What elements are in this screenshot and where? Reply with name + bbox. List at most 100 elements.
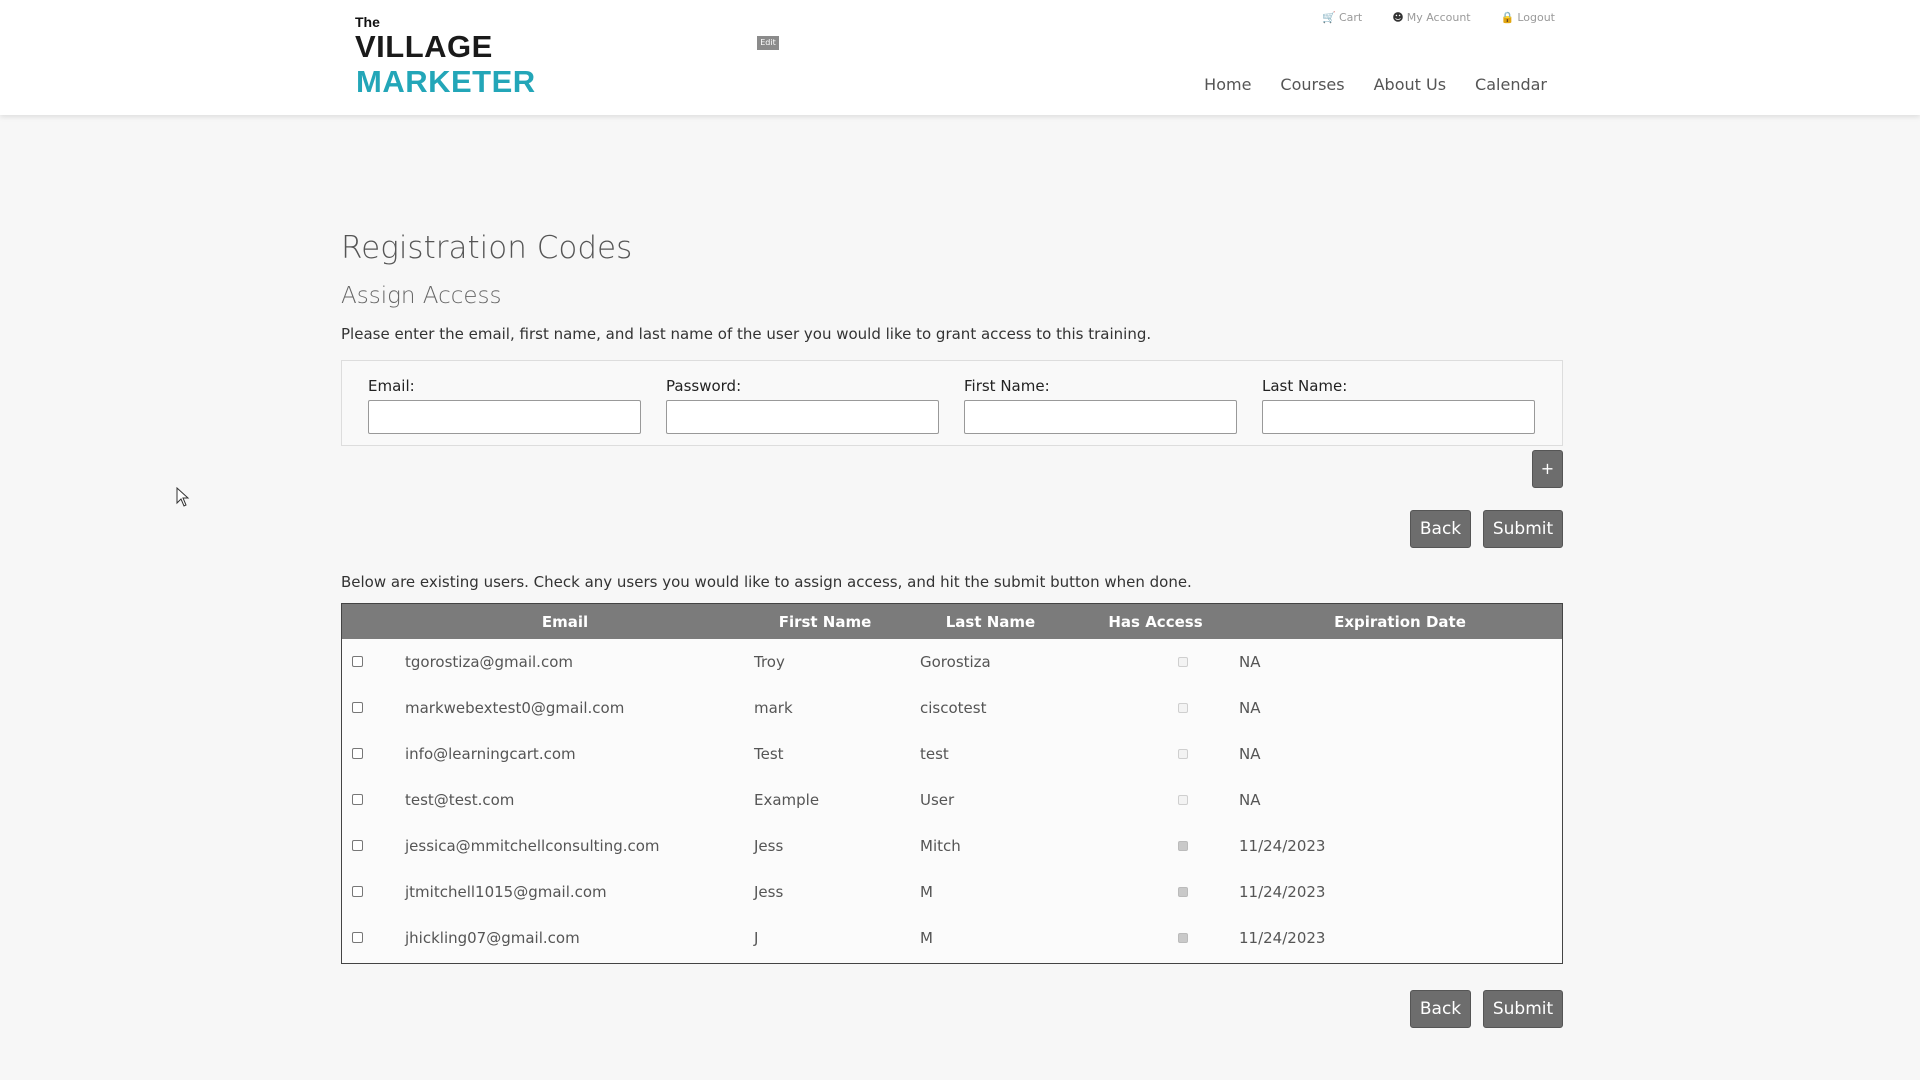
logout-link-label: Logout [1517, 11, 1555, 24]
nav-home[interactable]: Home [1204, 75, 1251, 94]
cell-first-name: Troy [754, 653, 785, 671]
submit-button-bottom[interactable]: Submit [1483, 990, 1563, 1028]
cell-last-name: test [920, 745, 949, 763]
logo-line-marketer: MARKETER [356, 64, 536, 99]
has-access-checkbox [1178, 841, 1188, 851]
row-select-cell [342, 777, 388, 823]
row-select-cell [342, 731, 388, 777]
back-button-bottom[interactable]: Back [1410, 990, 1471, 1028]
last-name-input[interactable] [1262, 400, 1535, 434]
has-access-cell [1073, 777, 1238, 823]
intro-text: Please enter the email, first name, and … [341, 325, 1152, 343]
has-access-checkbox [1178, 933, 1188, 943]
col-first-name: First Name [778, 612, 872, 631]
row-select-cell [342, 823, 388, 869]
cart-link-label: Cart [1338, 11, 1363, 24]
cart-icon: 🛒 [1322, 11, 1336, 24]
col-last-name: Last Name [945, 612, 1036, 631]
first-name-label: First Name: [964, 377, 1050, 395]
table-row: test@test.com Example User NA [342, 777, 1562, 823]
edit-badge[interactable]: Edit [757, 36, 779, 50]
site-header: The VILLAGE MARKETER Edit 🛒 Cart ☻ My Ac… [0, 0, 1920, 115]
cell-expiration-date: 11/24/2023 [1239, 837, 1326, 855]
cell-first-name: mark [754, 699, 793, 717]
main-content: Registration Codes Assign Access Please … [341, 230, 1563, 1028]
table-row: info@learningcart.com Test test NA [342, 731, 1562, 777]
cell-expiration-date: 11/24/2023 [1239, 929, 1326, 947]
col-expiration-date: Expiration Date [1334, 612, 1466, 631]
nav-calendar[interactable]: Calendar [1475, 75, 1547, 94]
row-select-checkbox[interactable] [352, 840, 363, 851]
row-select-checkbox[interactable] [352, 886, 363, 897]
cell-first-name: Example [754, 791, 820, 809]
cell-first-name: Jess [754, 837, 784, 855]
nav-courses[interactable]: Courses [1280, 75, 1344, 94]
cell-email: jtmitchell1015@gmail.com [405, 883, 607, 901]
logout-link[interactable]: 🔒 Logout [1501, 11, 1555, 24]
row-select-cell [342, 685, 388, 731]
row-select-checkbox[interactable] [352, 656, 363, 667]
table-row: markwebextest0@gmail.com mark ciscotest NA [342, 685, 1562, 731]
row-select-checkbox[interactable] [352, 702, 363, 713]
nav-about-us[interactable]: About Us [1374, 75, 1446, 94]
logo-line-the: The [355, 14, 380, 30]
has-access-checkbox [1178, 795, 1188, 805]
table-row: jhickling07@gmail.com J M 11/24/2023 [342, 915, 1562, 961]
row-select-checkbox[interactable] [352, 932, 363, 943]
existing-users-table: Email First Name Last Name Has Access Ex… [341, 603, 1563, 964]
cell-email: markwebextest0@gmail.com [405, 699, 625, 717]
back-button[interactable]: Back [1410, 510, 1471, 548]
last-name-field-group: Last Name: [1262, 377, 1535, 434]
email-input[interactable] [368, 400, 641, 434]
has-access-checkbox [1178, 887, 1188, 897]
cell-last-name: M [920, 883, 933, 901]
cell-first-name: Jess [754, 883, 784, 901]
row-select-cell [342, 915, 388, 961]
cell-last-name: User [920, 791, 955, 809]
row-select-checkbox[interactable] [352, 748, 363, 759]
main-nav: Home Courses About Us Calendar [1204, 75, 1547, 94]
password-label: Password: [666, 377, 742, 395]
table-row: tgorostiza@gmail.com Troy Gorostiza NA [342, 639, 1562, 685]
col-select [342, 604, 388, 639]
row-select-checkbox[interactable] [352, 794, 363, 805]
col-has-access: Has Access [1108, 612, 1203, 631]
has-access-cell [1073, 915, 1238, 961]
logo-line-village: VILLAGE [355, 29, 493, 64]
cell-expiration-date: NA [1239, 699, 1261, 717]
has-access-cell [1073, 869, 1238, 915]
cart-link[interactable]: 🛒 Cart [1322, 11, 1362, 24]
add-row-button[interactable]: + [1532, 450, 1563, 488]
email-field-group: Email: [368, 377, 641, 434]
my-account-link[interactable]: ☻ My Account [1392, 11, 1470, 24]
user-icon: ☻ [1392, 11, 1404, 24]
cell-expiration-date: NA [1239, 791, 1261, 809]
table-row: jtmitchell1015@gmail.com Jess M 11/24/2023 [342, 869, 1562, 915]
has-access-checkbox [1178, 749, 1188, 759]
cell-email: test@test.com [405, 791, 515, 809]
row-select-cell [342, 639, 388, 685]
password-input[interactable] [666, 400, 939, 434]
cell-first-name: Test [754, 745, 784, 763]
cell-expiration-date: 11/24/2023 [1239, 883, 1326, 901]
cell-last-name: Gorostiza [920, 653, 991, 671]
table-row: jessica@mmitchellconsulting.com Jess Mitch… [342, 823, 1562, 869]
table-header-row: Email First Name Last Name Has Access Ex… [342, 604, 1562, 639]
page-title: Registration Codes [341, 230, 633, 266]
has-access-cell [1073, 823, 1238, 869]
page-subtitle: Assign Access [341, 283, 502, 309]
first-name-field-group: First Name: [964, 377, 1237, 434]
first-name-input[interactable] [964, 400, 1237, 434]
has-access-checkbox [1178, 703, 1188, 713]
last-name-label: Last Name: [1262, 377, 1348, 395]
cell-expiration-date: NA [1239, 745, 1261, 763]
assign-access-form: Email: Password: First Name: Last Name: [341, 360, 1563, 446]
submit-button[interactable]: Submit [1483, 510, 1563, 548]
cell-email: info@learningcart.com [405, 745, 576, 763]
row-select-cell [342, 869, 388, 915]
has-access-cell [1073, 639, 1238, 685]
site-logo[interactable]: The VILLAGE MARKETER [355, 14, 535, 104]
cell-first-name: J [754, 929, 759, 947]
cell-email: tgorostiza@gmail.com [405, 653, 573, 671]
existing-users-text: Below are existing users. Check any user… [341, 573, 1192, 591]
